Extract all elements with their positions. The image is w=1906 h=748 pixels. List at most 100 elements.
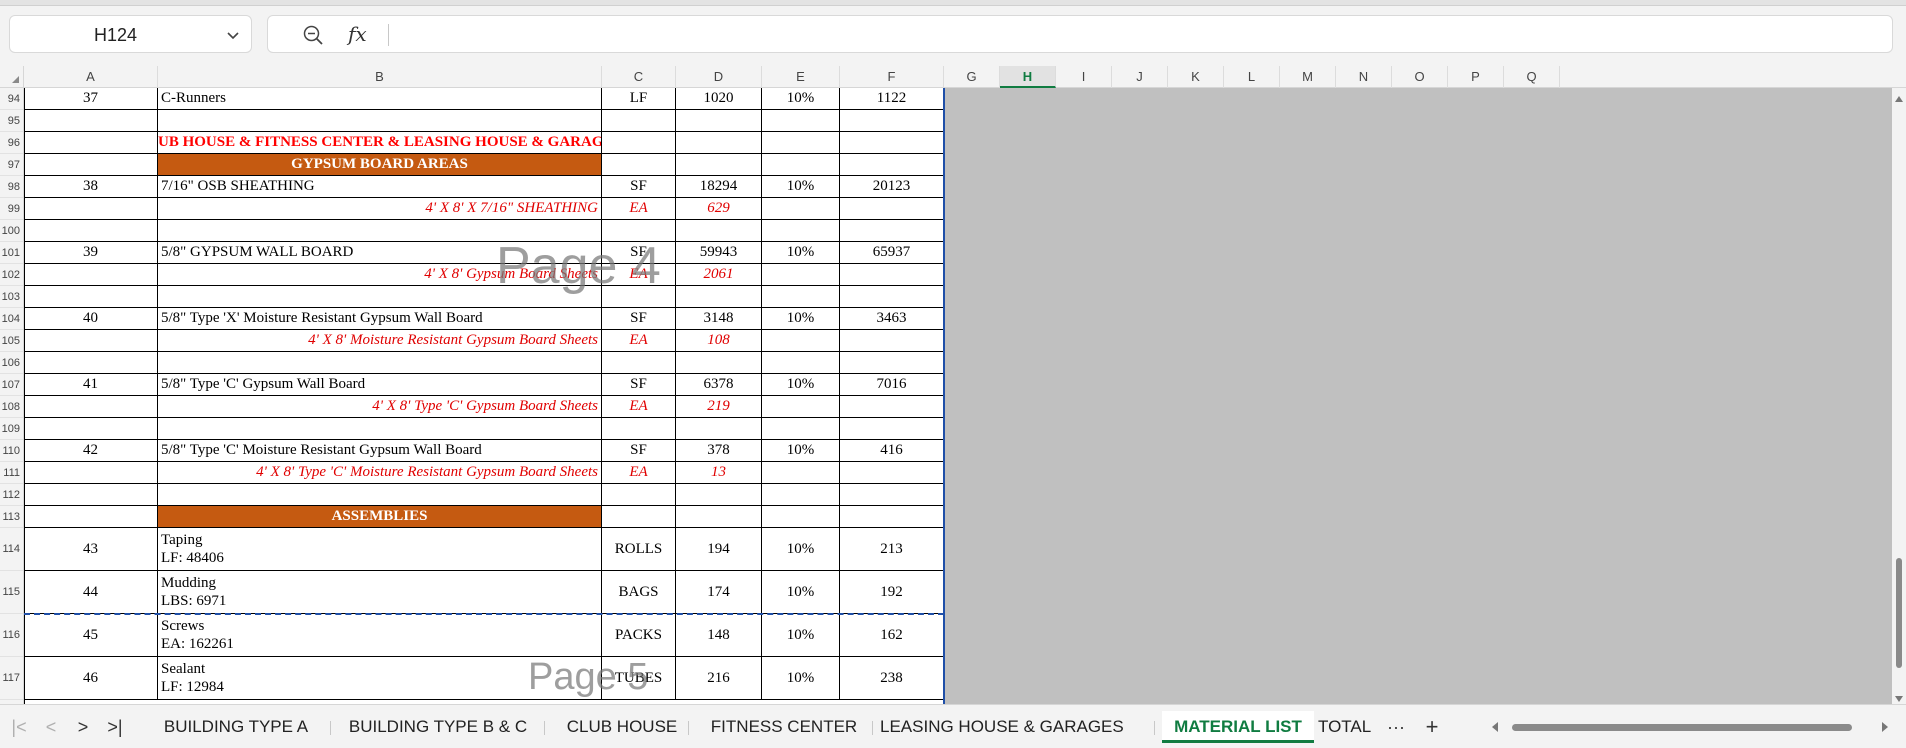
cell-a[interactable]	[24, 462, 158, 484]
cell-b[interactable]: ASSEMBLIES	[158, 506, 602, 528]
cell-d[interactable]: 2061	[676, 264, 762, 286]
cell-d[interactable]: 3148	[676, 308, 762, 330]
cell-f[interactable]: 3463	[840, 308, 944, 330]
cell-a[interactable]: 39	[24, 242, 158, 264]
cell-b[interactable]: 5/8" GYPSUM WALL BOARD	[158, 242, 602, 264]
cell-f[interactable]	[840, 154, 944, 176]
cell-a[interactable]: 40	[24, 308, 158, 330]
cell-e[interactable]	[762, 154, 840, 176]
cell-a[interactable]: 43	[24, 528, 158, 571]
cell-a[interactable]: 41	[24, 374, 158, 396]
column-header-o[interactable]: O	[1392, 66, 1448, 88]
cell-d[interactable]	[676, 418, 762, 440]
cell-d[interactable]: 18294	[676, 176, 762, 198]
scroll-up-icon[interactable]	[1895, 96, 1903, 102]
cell-a[interactable]: 44	[24, 571, 158, 614]
cell-d[interactable]: 174	[676, 571, 762, 614]
cell-e[interactable]: 10%	[762, 374, 840, 396]
column-header-n[interactable]: N	[1336, 66, 1392, 88]
cell-f[interactable]	[840, 352, 944, 374]
cell-d[interactable]: 13	[676, 462, 762, 484]
cell-c[interactable]: SF	[602, 374, 676, 396]
cell-b[interactable]: Mudding LBS: 6971	[158, 571, 602, 614]
cell-e[interactable]	[762, 484, 840, 506]
sheet-tab[interactable]: MATERIAL LIST	[1162, 711, 1314, 743]
cell-b[interactable]: GYPSUM BOARD AREAS	[158, 154, 602, 176]
cell-e[interactable]: 10%	[762, 88, 840, 110]
cell-a[interactable]	[24, 286, 158, 308]
last-sheet-icon[interactable]: >|	[106, 717, 124, 737]
cell-d[interactable]: 59943	[676, 242, 762, 264]
zoom-out-icon[interactable]	[302, 24, 324, 46]
scroll-down-icon[interactable]	[1895, 696, 1903, 702]
cell-f[interactable]	[840, 330, 944, 352]
cell-area[interactable]: 37 C-Runners LF 1020 10% 1122 CLUB HOUSE & FIT…	[24, 88, 1906, 704]
row-header[interactable]: 101	[0, 242, 23, 264]
cell-c[interactable]: SF	[602, 308, 676, 330]
cell-b[interactable]: 4' X 8' X 7/16" SHEATHING	[158, 198, 602, 220]
cell-c[interactable]	[602, 154, 676, 176]
cell-b[interactable]: Taping LF: 48406	[158, 528, 602, 571]
row-header[interactable]: 95	[0, 110, 23, 132]
cell-c[interactable]	[602, 352, 676, 374]
cell-b[interactable]: C-Runners	[158, 88, 602, 110]
cell-b[interactable]: Screws EA: 162261	[158, 614, 602, 657]
cell-b[interactable]	[158, 286, 602, 308]
row-header[interactable]: 116	[0, 614, 23, 657]
column-header-l[interactable]: L	[1224, 66, 1280, 88]
sheet-tab[interactable]: BUILDING TYPE B & C	[338, 711, 538, 743]
cell-c[interactable]: PACKS	[602, 614, 676, 657]
cell-c[interactable]: ROLLS	[602, 528, 676, 571]
select-all-button[interactable]	[0, 66, 24, 88]
column-header-k[interactable]: K	[1168, 66, 1224, 88]
cell-d[interactable]: 6378	[676, 374, 762, 396]
outside-print-area[interactable]	[945, 88, 1893, 704]
row-header[interactable]: 102	[0, 264, 23, 286]
sheet-tab[interactable]: BUILDING TYPE A	[150, 711, 322, 743]
cell-f[interactable]	[840, 220, 944, 242]
cell-c[interactable]: EA	[602, 198, 676, 220]
cell-e[interactable]	[762, 110, 840, 132]
name-box[interactable]: H124	[9, 15, 252, 53]
row-header[interactable]: 110	[0, 440, 23, 462]
cell-a[interactable]: 37	[24, 88, 158, 110]
cell-f[interactable]: 1122	[840, 88, 944, 110]
cell-f[interactable]	[840, 264, 944, 286]
cell-e[interactable]	[762, 506, 840, 528]
cell-c[interactable]	[602, 418, 676, 440]
cell-e[interactable]: 10%	[762, 440, 840, 462]
cell-d[interactable]: 629	[676, 198, 762, 220]
cell-d[interactable]	[676, 132, 762, 154]
cell-e[interactable]: 10%	[762, 308, 840, 330]
column-header-d[interactable]: D	[676, 66, 762, 88]
cell-f[interactable]	[840, 198, 944, 220]
cell-a[interactable]	[24, 264, 158, 286]
cell-f[interactable]	[840, 462, 944, 484]
cell-d[interactable]: 194	[676, 528, 762, 571]
cell-e[interactable]: 10%	[762, 242, 840, 264]
cell-b[interactable]	[158, 484, 602, 506]
row-header[interactable]: 106	[0, 352, 23, 374]
cell-c[interactable]: SF	[602, 176, 676, 198]
row-header[interactable]: 113	[0, 506, 23, 528]
worksheet-grid[interactable]: ABCDEFGHIJKLMNOPQ 94 95 96 97 98 99 100 101 102 1…	[0, 66, 1906, 704]
cell-f[interactable]	[840, 110, 944, 132]
horizontal-scroll-thumb[interactable]	[1512, 724, 1852, 731]
cell-a[interactable]: 38	[24, 176, 158, 198]
cell-a[interactable]	[24, 154, 158, 176]
cell-d[interactable]	[676, 220, 762, 242]
column-header-c[interactable]: C	[602, 66, 676, 88]
vertical-scrollbar[interactable]	[1892, 88, 1906, 704]
cell-b[interactable]	[158, 418, 602, 440]
cell-a[interactable]	[24, 132, 158, 154]
cell-b[interactable]: CLUB HOUSE & FITNESS CENTER & LEASING HO…	[158, 132, 602, 154]
vertical-scroll-thumb[interactable]	[1896, 558, 1902, 668]
cell-c[interactable]: SF	[602, 242, 676, 264]
cell-b[interactable]: 5/8" Type 'C' Moisture Resistant Gypsum …	[158, 440, 602, 462]
cell-c[interactable]	[602, 110, 676, 132]
cell-f[interactable]: 192	[840, 571, 944, 614]
cell-e[interactable]: 10%	[762, 657, 840, 700]
cell-f[interactable]: 7016	[840, 374, 944, 396]
row-header[interactable]: 107	[0, 374, 23, 396]
cell-a[interactable]: 42	[24, 440, 158, 462]
